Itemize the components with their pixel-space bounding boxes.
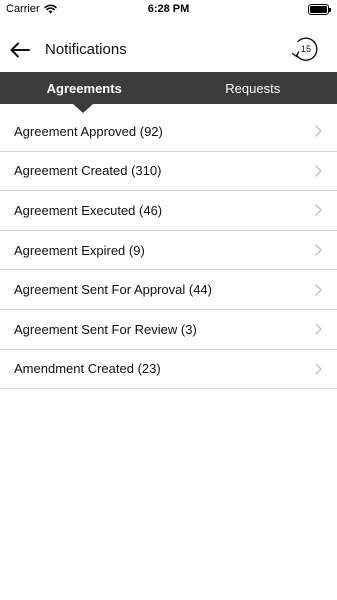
chevron-right-icon: [313, 203, 323, 217]
list-item-agreement-sent-for-approval[interactable]: Agreement Sent For Approval (44): [0, 270, 337, 310]
chevron-right-icon: [313, 164, 323, 178]
chevron-right-icon: [313, 322, 323, 336]
list-item-agreement-created[interactable]: Agreement Created (310): [0, 152, 337, 192]
segment-tab-bar: Agreements Requests: [0, 72, 337, 104]
battery-icon: [308, 4, 331, 15]
tab-agreements[interactable]: Agreements: [0, 72, 169, 104]
chevron-right-icon: [313, 243, 323, 257]
tab-agreements-label: Agreements: [46, 80, 122, 96]
page-title: Notifications: [45, 41, 127, 58]
battery-cap: [329, 8, 331, 12]
back-button[interactable]: [6, 36, 34, 64]
chevron-right-icon: [313, 362, 323, 376]
status-bar: Carrier 6:28 PM: [0, 0, 337, 20]
list-item-agreement-sent-for-review[interactable]: Agreement Sent For Review (3): [0, 310, 337, 350]
list-item-label: Amendment Created (23): [14, 361, 161, 377]
back-arrow-icon: [10, 42, 30, 58]
tab-requests-label: Requests: [225, 80, 281, 96]
list-item-label: Agreement Approved (92): [14, 123, 163, 139]
list-item-label: Agreement Expired (9): [14, 242, 145, 258]
list-item-agreement-executed[interactable]: Agreement Executed (46): [0, 191, 337, 231]
list-item-label: Agreement Executed (46): [14, 202, 163, 218]
tab-requests[interactable]: Requests: [169, 72, 337, 104]
list-item-amendment-created[interactable]: Amendment Created (23): [0, 350, 337, 390]
list-item-label: Agreement Created (310): [14, 163, 162, 179]
status-time: 6:28 PM: [147, 3, 190, 15]
navigation-bar: Notifications 15: [0, 28, 337, 72]
list-item-label: Agreement Sent For Approval (44): [14, 282, 212, 298]
list-item-agreement-approved[interactable]: Agreement Approved (92): [0, 112, 337, 152]
list-item-label: Agreement Sent For Review (3): [14, 321, 197, 337]
refresh-countdown: 15: [300, 44, 311, 54]
list-item-agreement-expired[interactable]: Agreement Expired (9): [0, 231, 337, 271]
chevron-right-icon: [313, 283, 323, 297]
refresh-button[interactable]: 15: [289, 35, 319, 65]
battery-level: [310, 6, 327, 13]
chevron-right-icon: [313, 124, 323, 138]
notification-category-list: Agreement Approved (92) Agreement Create…: [0, 112, 337, 390]
